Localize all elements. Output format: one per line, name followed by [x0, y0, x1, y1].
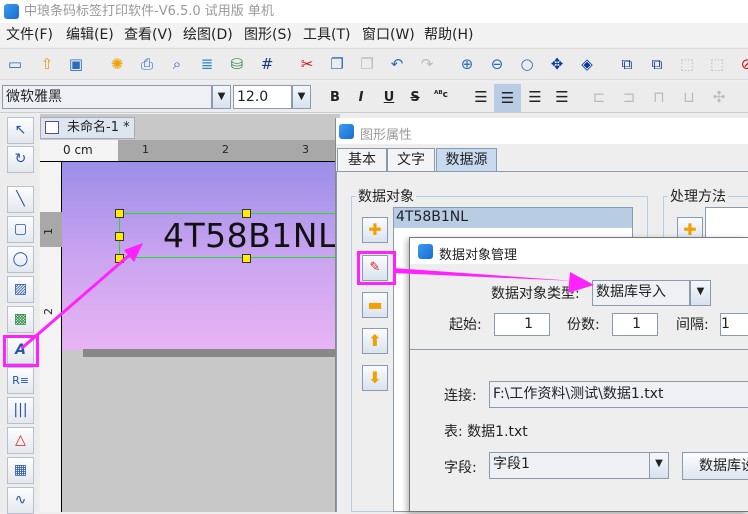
arrow-line	[393, 268, 575, 281]
arrow-line	[21, 250, 134, 350]
arrow-head	[568, 272, 594, 293]
annotation-arrows	[21, 243, 594, 350]
